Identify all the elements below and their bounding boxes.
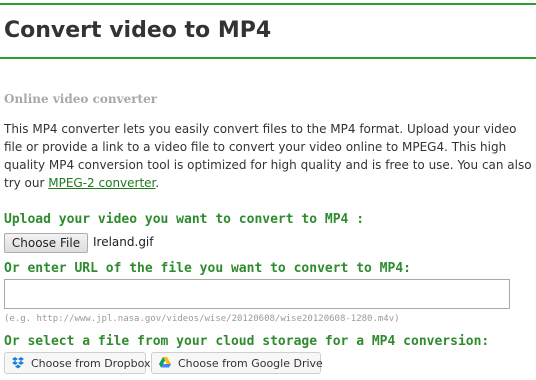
title-bar: Convert video to MP4 bbox=[0, 7, 536, 59]
mpeg2-converter-link[interactable]: MPEG-2 converter bbox=[48, 176, 155, 190]
dropbox-button-label: Choose from Dropbox bbox=[31, 356, 151, 370]
description: This MP4 converter lets you easily conve… bbox=[4, 120, 532, 192]
url-heading: Or enter URL of the file you want to con… bbox=[4, 261, 411, 276]
description-end: . bbox=[155, 176, 160, 190]
gdrive-button-label: Choose from Google Drive bbox=[178, 356, 323, 370]
page-subtitle: Online video converter bbox=[4, 92, 158, 106]
selected-file-name: Ireland.gif bbox=[93, 235, 154, 249]
url-example-hint: (e.g. http://www.jpl.nasa.gov/videos/wis… bbox=[4, 314, 400, 324]
choose-from-dropbox-button[interactable]: Choose from Dropbox bbox=[4, 352, 151, 374]
upload-heading: Upload your video you want to convert to… bbox=[4, 212, 365, 227]
cloud-heading: Or select a file from your cloud storage… bbox=[4, 334, 490, 349]
choose-file-button[interactable]: Choose File bbox=[4, 233, 88, 253]
top-divider bbox=[0, 3, 536, 5]
page-title: Convert video to MP4 bbox=[4, 18, 272, 43]
google-drive-icon bbox=[158, 356, 172, 370]
choose-from-google-drive-button[interactable]: Choose from Google Drive bbox=[151, 352, 323, 374]
url-input[interactable] bbox=[4, 279, 510, 309]
dropbox-icon bbox=[11, 356, 25, 370]
